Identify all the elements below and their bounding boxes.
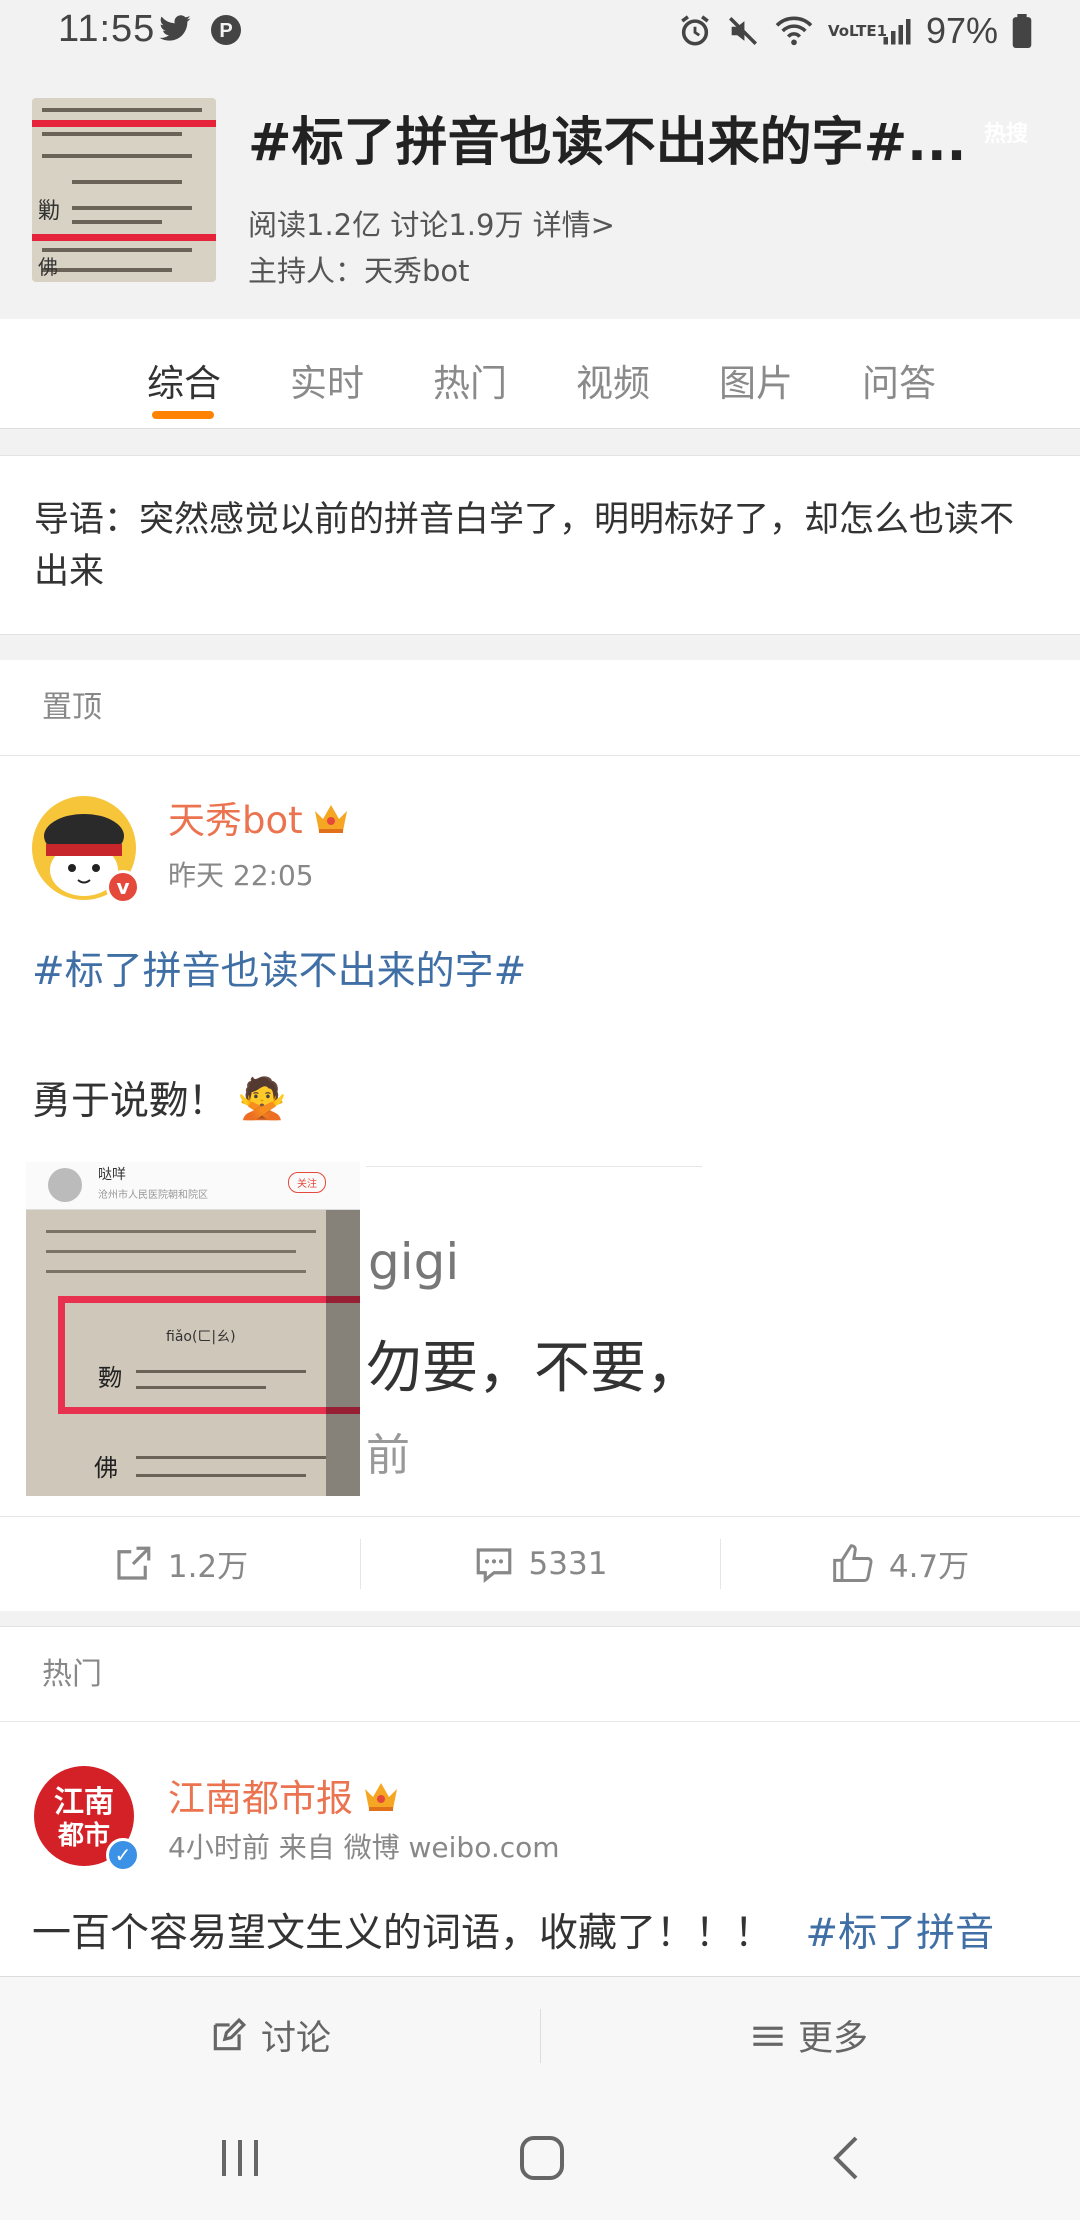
topic-intro: 导语：突然感觉以前的拼音白学了，明明标好了，却怎么也读不出来 <box>0 455 1080 635</box>
section-pinned-label: 置顶 <box>0 660 1080 756</box>
signal-icon <box>883 19 911 45</box>
post-hashtag[interactable]: #标了拼音也读不出来的字# <box>32 940 526 996</box>
thumbs-up-icon <box>833 1543 873 1582</box>
image-follow-button: 关注 <box>288 1172 326 1193</box>
like-count: 4.7万 <box>888 1549 970 1585</box>
status-bar: 11:55 P VoLTE1 97% <box>0 0 1080 64</box>
verified-badge-icon: v <box>106 870 140 904</box>
status-right: VoLTE1 97% <box>678 10 1032 52</box>
image-header: 哒咩 沧州市人民医院朝和院区 关注 <box>26 1162 360 1210</box>
more-label: 更多 <box>797 2019 868 2059</box>
home-button[interactable] <box>512 2128 572 2188</box>
no-gesture-emoji: 🙅 <box>237 1075 287 1122</box>
svg-text:勦: 勦 <box>38 199 60 224</box>
volte-label: VoLTE1 <box>827 22 888 40</box>
comment-count: 5331 <box>528 1545 608 1582</box>
image-location: 沧州市人民医院朝和院区 <box>98 1190 208 1201</box>
author-name: 天秀bot <box>168 799 303 842</box>
crown-icon <box>365 1783 397 1811</box>
wifi-icon <box>775 16 813 46</box>
battery-percent: 97% <box>925 10 998 51</box>
tab-hot[interactable]: 热门 <box>433 353 507 407</box>
topic-header: 勦 佛 #标了拼音也读不出来的字#... 热搜 阅读1.2亿 讨论1.9万 详情… <box>0 64 1080 319</box>
post-hashtag[interactable]: #标了拼音 <box>805 1911 994 1956</box>
avatar[interactable]: v <box>32 796 140 904</box>
post-time: 昨天 22:05 <box>168 859 314 892</box>
comment-button[interactable]: 5331 <box>360 1517 720 1610</box>
avatar[interactable]: 江南 都市 ✓ <box>32 1764 140 1872</box>
image-text-line3: 前 <box>366 1430 410 1481</box>
comment-icon <box>476 1547 511 1583</box>
image-pinyin: fiǎo(ㄈ|ㄠ) <box>166 1329 236 1345</box>
more-button[interactable]: 更多 <box>540 1977 1080 2094</box>
status-time: 11:55 <box>58 8 156 50</box>
mute-icon <box>728 16 757 46</box>
svg-text:江南: 江南 <box>54 1785 114 1820</box>
home-icon <box>520 2136 564 2180</box>
repost-button[interactable]: 1.2万 <box>0 1517 360 1610</box>
image-text-line2: 勿要，不要， <box>366 1336 702 1401</box>
post-body-text: 勇于说覅！ <box>32 1079 228 1124</box>
battery-icon <box>1012 14 1032 48</box>
post-body: 勇于说覅！ 🙅 <box>32 1070 287 1126</box>
post-image-2[interactable]: gigi 勿要，不要， 前 <box>366 1166 702 1496</box>
highlight-box <box>58 1296 360 1414</box>
topic-host[interactable]: 主持人：天秀bot <box>248 248 470 290</box>
tab-qa[interactable]: 问答 <box>862 353 936 407</box>
image-text-line1: gigi <box>368 1233 460 1291</box>
discuss-button[interactable]: 讨论 <box>0 1977 540 2094</box>
alarm-icon <box>681 15 709 46</box>
tab-comprehensive[interactable]: 综合 <box>147 353 221 407</box>
back-button[interactable] <box>816 2128 876 2188</box>
post-actions: 1.2万 5331 4.7万 <box>0 1516 1080 1610</box>
svg-text:佛: 佛 <box>38 255 58 279</box>
like-button[interactable]: 4.7万 <box>720 1517 1080 1610</box>
topic-thumbnail[interactable]: 勦 佛 <box>32 98 216 282</box>
twitter-icon <box>159 15 191 41</box>
dictionary-photo: fiǎo(ㄈ|ㄠ) 覅 佛 <box>26 1210 360 1496</box>
image-char-1: 覅 <box>98 1364 122 1392</box>
menu-icon <box>753 2026 783 2046</box>
topic-title: #标了拼音也读不出来的字#... <box>248 113 967 173</box>
compose-icon <box>213 2017 247 2050</box>
recent-apps-icon <box>222 2140 258 2176</box>
post-body-text: 一百个容易望文生义的词语，收藏了！！！ <box>32 1911 774 1956</box>
hot-search-badge: 热搜 <box>983 122 1028 147</box>
post-author[interactable]: 天秀bot <box>168 790 351 844</box>
verified-badge-icon: ✓ <box>106 1838 140 1872</box>
repost-count: 1.2万 <box>167 1549 249 1585</box>
image-username: 哒咩 <box>98 1167 126 1183</box>
active-tab-indicator <box>152 411 214 419</box>
tab-video[interactable]: 视频 <box>576 353 650 407</box>
topic-tabs: 综合 实时 热门 视频 图片 问答 <box>0 319 1080 429</box>
topic-stats[interactable]: 阅读1.2亿 讨论1.9万 详情> <box>248 202 615 244</box>
image-user-avatar <box>48 1168 82 1202</box>
discuss-label: 讨论 <box>260 2019 331 2059</box>
section-hot-label: 热门 <box>0 1626 1080 1722</box>
back-icon <box>833 2136 858 2180</box>
post-meta: 4小时前 来自 微博 weibo.com <box>168 1831 560 1864</box>
post-body: 一百个容易望文生义的词语，收藏了！！！ #标了拼音 <box>32 1902 1048 1958</box>
post-author[interactable]: 江南都市报 <box>168 1768 401 1822</box>
crown-icon <box>314 805 347 833</box>
recent-apps-button[interactable] <box>210 2128 270 2188</box>
tab-realtime[interactable]: 实时 <box>290 353 364 407</box>
repost-icon <box>117 1546 151 1580</box>
system-nav-bar <box>0 2094 1080 2220</box>
notification-icons: P <box>158 14 242 46</box>
image-char-2: 佛 <box>94 1454 118 1482</box>
author-name: 江南都市报 <box>168 1777 353 1820</box>
pinned-post: v 天秀bot 昨天 22:05 #标了拼音也读不出来的字# 勇于说覅！ 🙅 哒… <box>0 756 1080 1611</box>
hot-post: 江南 都市 ✓ 江南都市报 4小时前 来自 微博 weibo.com 一百个容易… <box>0 1722 1080 1976</box>
tab-images[interactable]: 图片 <box>719 353 793 407</box>
post-image-1[interactable]: 哒咩 沧州市人民医院朝和院区 关注 fiǎo(ㄈ|ㄠ) 覅 佛 <box>26 1162 360 1496</box>
svg-text:都市: 都市 <box>57 1820 110 1851</box>
svg-text:P: P <box>219 20 232 42</box>
p-badge-icon: P <box>211 15 241 45</box>
bottom-action-bar: 讨论 更多 <box>0 1976 1080 2094</box>
